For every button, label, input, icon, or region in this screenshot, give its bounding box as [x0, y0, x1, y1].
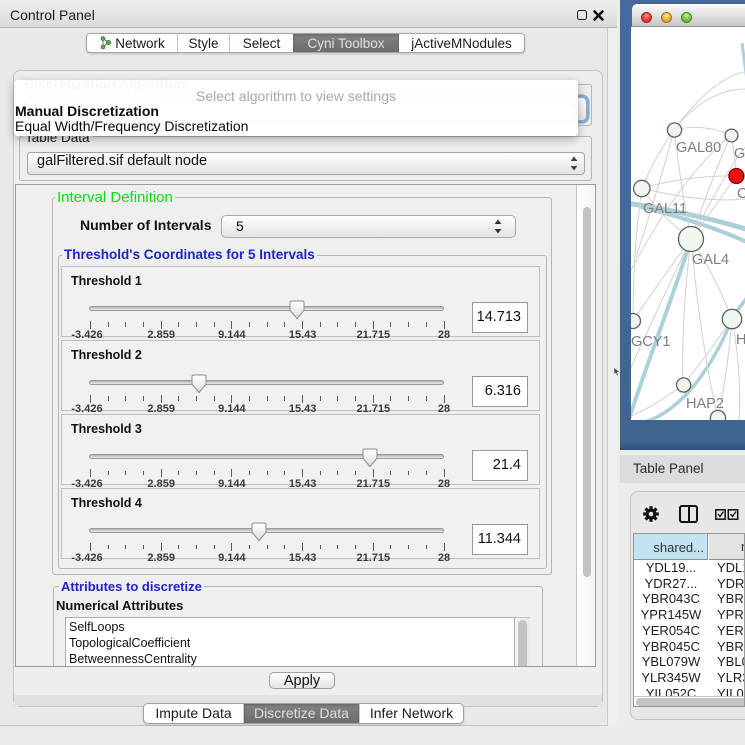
svg-text:GAL11: GAL11	[643, 201, 687, 217]
svg-text:GCY1: GCY1	[631, 334, 671, 350]
svg-text:G.: G.	[734, 146, 745, 162]
svg-text:GAL4: GAL4	[692, 252, 729, 268]
svg-text:H: H	[736, 332, 745, 348]
svg-text:HAP2: HAP2	[686, 396, 724, 412]
svg-text:GAL80: GAL80	[676, 140, 721, 156]
svg-text:C: C	[737, 186, 745, 202]
